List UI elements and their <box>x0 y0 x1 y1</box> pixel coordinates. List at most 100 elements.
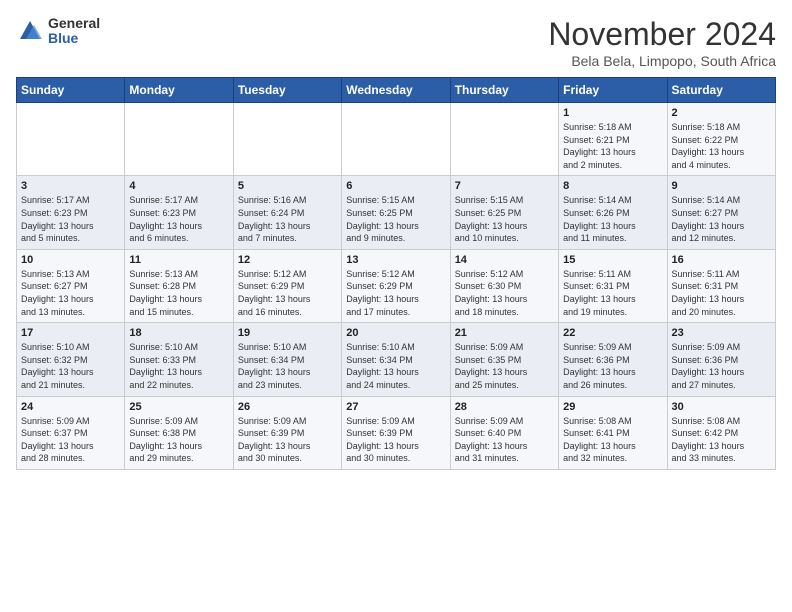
day-info: Sunrise: 5:09 AM Sunset: 6:40 PM Dayligh… <box>455 415 554 465</box>
day-number: 10 <box>21 254 120 266</box>
logo-general: General <box>48 16 100 31</box>
calendar-cell: 20 Sunrise: 5:10 AM Sunset: 6:34 PM Dayli… <box>342 323 450 396</box>
calendar-cell: 14 Sunrise: 5:12 AM Sunset: 6:30 PM Dayli… <box>450 249 558 322</box>
day-number: 20 <box>346 327 445 339</box>
day-number: 4 <box>129 180 228 192</box>
calendar-cell: 18Sunrise: 5:10 AM Sunset: 6:33 PM Dayli… <box>125 323 233 396</box>
day-info: Sunrise: 5:09 AM Sunset: 6:35 PM Dayligh… <box>455 341 554 391</box>
day-info: Sunrise: 5:11 AM Sunset: 6:31 PM Dayligh… <box>563 268 662 318</box>
calendar-cell: 21Sunrise: 5:09 AM Sunset: 6:35 PM Dayli… <box>450 323 558 396</box>
day-number: 3 <box>21 180 120 192</box>
day-info: Sunrise: 5:10 AM Sunset: 6:34 PM Dayligh… <box>346 341 445 391</box>
calendar-cell: 11 Sunrise: 5:13 AM Sunset: 6:28 PM Dayli… <box>125 249 233 322</box>
day-number: 29 <box>563 401 662 413</box>
calendar-cell: 22 Sunrise: 5:09 AM Sunset: 6:36 PM Dayli… <box>559 323 667 396</box>
day-info: Sunrise: 5:09 AM Sunset: 6:36 PM Dayligh… <box>672 341 771 391</box>
calendar-cell: 3 Sunrise: 5:17 AM Sunset: 6:23 PM Daylig… <box>17 176 125 249</box>
weekday-monday: Monday <box>125 78 233 103</box>
weekday-thursday: Thursday <box>450 78 558 103</box>
day-info: Sunrise: 5:18 AM Sunset: 6:21 PM Dayligh… <box>563 121 662 171</box>
week-row-3: 10 Sunrise: 5:13 AM Sunset: 6:27 PM Dayli… <box>17 249 776 322</box>
calendar-cell <box>17 103 125 176</box>
day-info: Sunrise: 5:11 AM Sunset: 6:31 PM Dayligh… <box>672 268 771 318</box>
day-number: 24 <box>21 401 120 413</box>
day-number: 5 <box>238 180 337 192</box>
day-info: Sunrise: 5:10 AM Sunset: 6:32 PM Dayligh… <box>21 341 120 391</box>
weekday-saturday: Saturday <box>667 78 775 103</box>
day-number: 22 <box>563 327 662 339</box>
logo-blue: Blue <box>48 31 100 46</box>
day-info: Sunrise: 5:09 AM Sunset: 6:39 PM Dayligh… <box>238 415 337 465</box>
calendar: SundayMondayTuesdayWednesdayThursdayFrid… <box>16 77 776 470</box>
calendar-cell: 9Sunrise: 5:14 AM Sunset: 6:27 PM Daylig… <box>667 176 775 249</box>
calendar-cell: 12 Sunrise: 5:12 AM Sunset: 6:29 PM Dayli… <box>233 249 341 322</box>
calendar-cell: 30Sunrise: 5:08 AM Sunset: 6:42 PM Dayli… <box>667 396 775 469</box>
day-number: 25 <box>129 401 228 413</box>
logo-text: General Blue <box>48 16 100 47</box>
weekday-friday: Friday <box>559 78 667 103</box>
calendar-cell: 10 Sunrise: 5:13 AM Sunset: 6:27 PM Dayli… <box>17 249 125 322</box>
calendar-cell <box>125 103 233 176</box>
calendar-cell: 15Sunrise: 5:11 AM Sunset: 6:31 PM Dayli… <box>559 249 667 322</box>
day-info: Sunrise: 5:08 AM Sunset: 6:42 PM Dayligh… <box>672 415 771 465</box>
day-info: Sunrise: 5:18 AM Sunset: 6:22 PM Dayligh… <box>672 121 771 171</box>
calendar-cell <box>233 103 341 176</box>
calendar-cell: 16 Sunrise: 5:11 AM Sunset: 6:31 PM Dayli… <box>667 249 775 322</box>
day-number: 17 <box>21 327 120 339</box>
day-number: 7 <box>455 180 554 192</box>
day-info: Sunrise: 5:12 AM Sunset: 6:29 PM Dayligh… <box>238 268 337 318</box>
calendar-cell: 6Sunrise: 5:15 AM Sunset: 6:25 PM Daylig… <box>342 176 450 249</box>
calendar-cell: 24Sunrise: 5:09 AM Sunset: 6:37 PM Dayli… <box>17 396 125 469</box>
day-number: 11 <box>129 254 228 266</box>
calendar-cell: 17 Sunrise: 5:10 AM Sunset: 6:32 PM Dayli… <box>17 323 125 396</box>
calendar-cell: 8Sunrise: 5:14 AM Sunset: 6:26 PM Daylig… <box>559 176 667 249</box>
logo-icon <box>16 17 44 45</box>
calendar-cell: 26Sunrise: 5:09 AM Sunset: 6:39 PM Dayli… <box>233 396 341 469</box>
location: Bela Bela, Limpopo, South Africa <box>548 53 776 69</box>
day-info: Sunrise: 5:12 AM Sunset: 6:30 PM Dayligh… <box>455 268 554 318</box>
calendar-cell: 25 Sunrise: 5:09 AM Sunset: 6:38 PM Dayli… <box>125 396 233 469</box>
day-number: 23 <box>672 327 771 339</box>
day-number: 12 <box>238 254 337 266</box>
logo: General Blue <box>16 16 100 47</box>
day-info: Sunrise: 5:13 AM Sunset: 6:28 PM Dayligh… <box>129 268 228 318</box>
calendar-cell: 5Sunrise: 5:16 AM Sunset: 6:24 PM Daylig… <box>233 176 341 249</box>
day-info: Sunrise: 5:15 AM Sunset: 6:25 PM Dayligh… <box>346 194 445 244</box>
month-title: November 2024 <box>548 16 776 53</box>
day-info: Sunrise: 5:13 AM Sunset: 6:27 PM Dayligh… <box>21 268 120 318</box>
calendar-cell: 19 Sunrise: 5:10 AM Sunset: 6:34 PM Dayli… <box>233 323 341 396</box>
calendar-cell <box>450 103 558 176</box>
week-row-5: 24Sunrise: 5:09 AM Sunset: 6:37 PM Dayli… <box>17 396 776 469</box>
day-number: 19 <box>238 327 337 339</box>
day-info: Sunrise: 5:10 AM Sunset: 6:34 PM Dayligh… <box>238 341 337 391</box>
day-number: 27 <box>346 401 445 413</box>
week-row-4: 17 Sunrise: 5:10 AM Sunset: 6:32 PM Dayli… <box>17 323 776 396</box>
day-info: Sunrise: 5:09 AM Sunset: 6:38 PM Dayligh… <box>129 415 228 465</box>
weekday-tuesday: Tuesday <box>233 78 341 103</box>
day-number: 18 <box>129 327 228 339</box>
calendar-cell: 7 Sunrise: 5:15 AM Sunset: 6:25 PM Daylig… <box>450 176 558 249</box>
day-number: 8 <box>563 180 662 192</box>
calendar-cell: 4Sunrise: 5:17 AM Sunset: 6:23 PM Daylig… <box>125 176 233 249</box>
day-number: 9 <box>672 180 771 192</box>
day-info: Sunrise: 5:12 AM Sunset: 6:29 PM Dayligh… <box>346 268 445 318</box>
day-number: 16 <box>672 254 771 266</box>
page-header: General Blue November 2024 Bela Bela, Li… <box>16 16 776 69</box>
day-info: Sunrise: 5:09 AM Sunset: 6:39 PM Dayligh… <box>346 415 445 465</box>
day-info: Sunrise: 5:08 AM Sunset: 6:41 PM Dayligh… <box>563 415 662 465</box>
calendar-cell: 2 Sunrise: 5:18 AM Sunset: 6:22 PM Daylig… <box>667 103 775 176</box>
day-number: 2 <box>672 107 771 119</box>
weekday-header-row: SundayMondayTuesdayWednesdayThursdayFrid… <box>17 78 776 103</box>
week-row-1: 1 Sunrise: 5:18 AM Sunset: 6:21 PM Daylig… <box>17 103 776 176</box>
calendar-cell: 1 Sunrise: 5:18 AM Sunset: 6:21 PM Daylig… <box>559 103 667 176</box>
day-number: 1 <box>563 107 662 119</box>
week-row-2: 3 Sunrise: 5:17 AM Sunset: 6:23 PM Daylig… <box>17 176 776 249</box>
day-info: Sunrise: 5:17 AM Sunset: 6:23 PM Dayligh… <box>21 194 120 244</box>
day-number: 13 <box>346 254 445 266</box>
calendar-cell: 27 Sunrise: 5:09 AM Sunset: 6:39 PM Dayli… <box>342 396 450 469</box>
calendar-cell: 28Sunrise: 5:09 AM Sunset: 6:40 PM Dayli… <box>450 396 558 469</box>
day-number: 14 <box>455 254 554 266</box>
title-block: November 2024 Bela Bela, Limpopo, South … <box>548 16 776 69</box>
day-info: Sunrise: 5:15 AM Sunset: 6:25 PM Dayligh… <box>455 194 554 244</box>
day-info: Sunrise: 5:09 AM Sunset: 6:36 PM Dayligh… <box>563 341 662 391</box>
